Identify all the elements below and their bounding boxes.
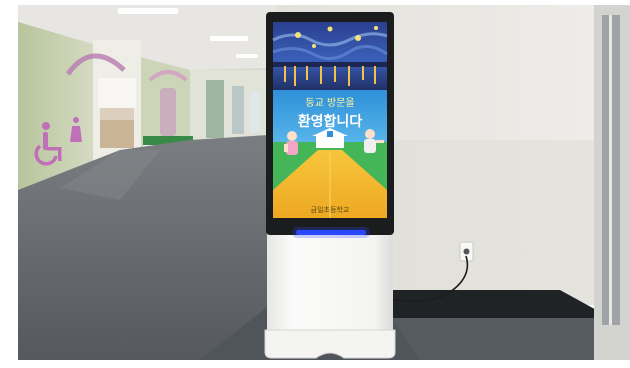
photo-canvas: 등교 방문을 환영합니다 금일초등학교: [0, 0, 630, 368]
kiosk-stand: [267, 232, 393, 330]
school-name: 금일초등학교: [311, 205, 350, 214]
welcome-line1: 등교 방문을: [305, 97, 354, 109]
corridor-door: [206, 80, 224, 138]
kiosk: 등교 방문을 환영합니다 금일초등학교: [264, 12, 396, 359]
welcome-line2: 환영합니다: [298, 113, 363, 130]
photo-scene: 등교 방문을 환영합니다 금일초등학교: [0, 0, 630, 368]
ceiling-light: [236, 54, 258, 58]
ceiling-light: [118, 8, 178, 14]
ceiling-light: [210, 36, 248, 41]
kiosk-screen: 등교 방문을 환영합니다 금일초등학교: [272, 22, 388, 218]
screen-artwork: [273, 22, 387, 90]
corridor: [18, 5, 276, 360]
